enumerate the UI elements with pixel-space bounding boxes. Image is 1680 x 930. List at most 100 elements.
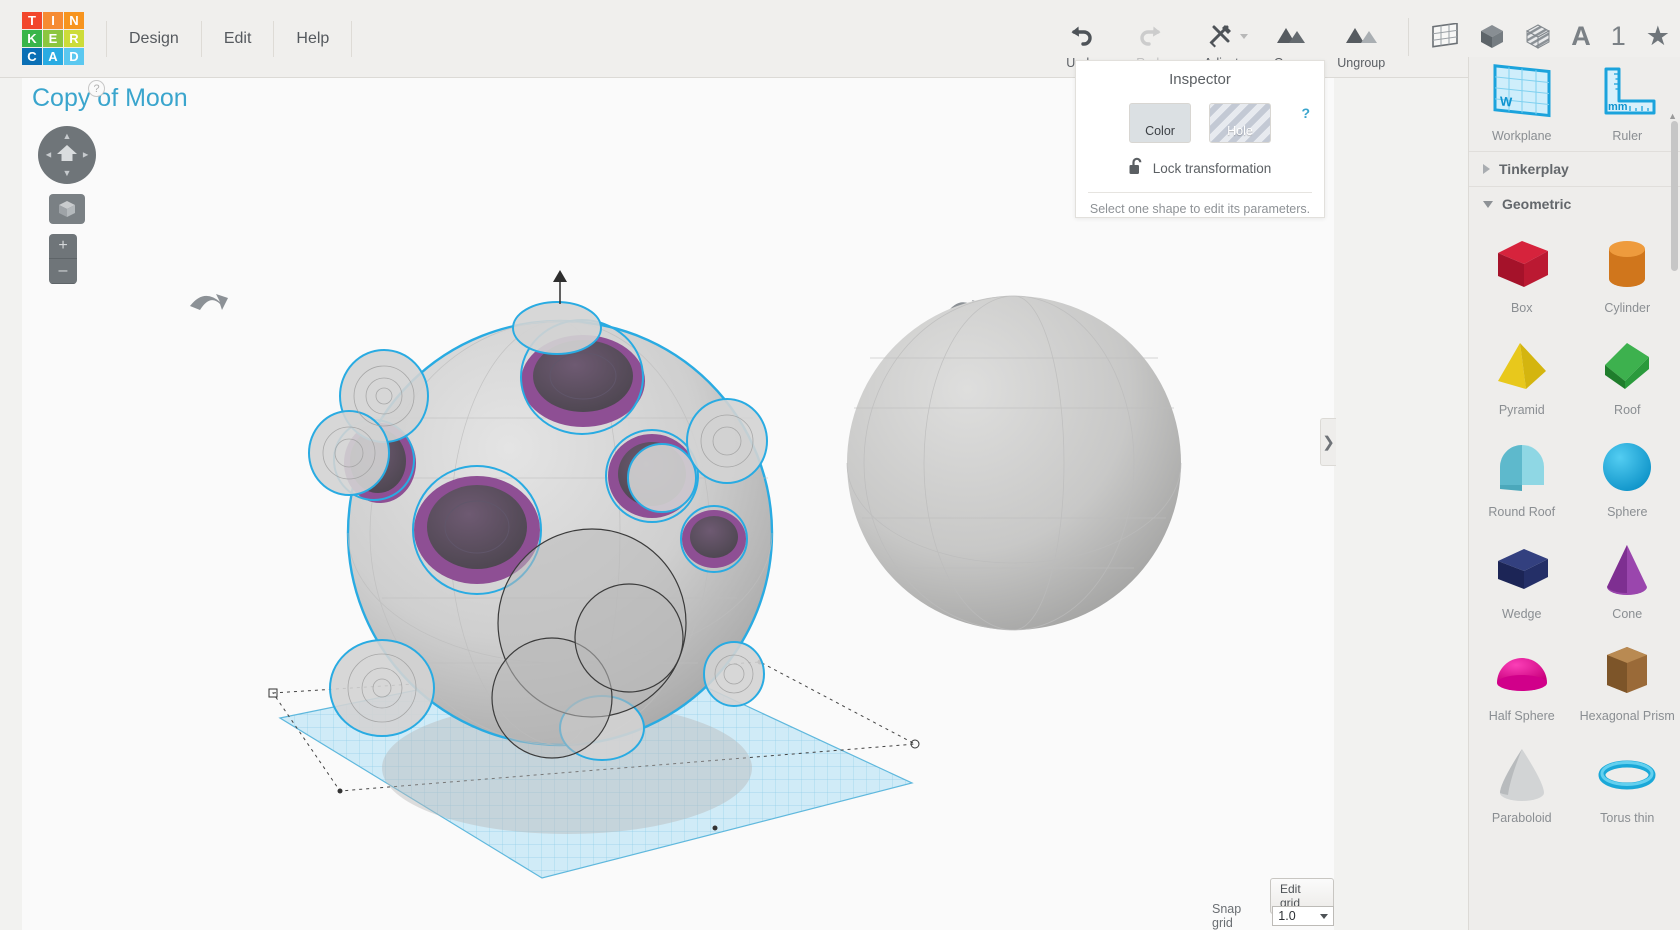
rotate-left-handle (190, 294, 228, 310)
cone-icon (1591, 537, 1663, 603)
logo-tile-7: A (43, 48, 63, 65)
shape-label-round-roof: Round Roof (1488, 505, 1556, 519)
shapes-panel[interactable]: W Workplane mm Ruler Tinkerplay Geometri… (1468, 57, 1680, 930)
shape-row: Wedge Cone (1469, 527, 1680, 629)
shapes-panel-scrollbar[interactable]: ▲ ▼ (1668, 111, 1679, 930)
shape-item-pyramid[interactable]: Pyramid (1469, 323, 1575, 425)
logo-tile-8: D (64, 48, 84, 65)
svg-text:mm: mm (1608, 101, 1628, 113)
workplane-grid-icon[interactable] (1431, 22, 1459, 50)
main-menu: Design Edit Help (106, 17, 353, 61)
shape-row: Round Roof Sphere (1469, 425, 1680, 527)
zoom-in-button[interactable]: + (49, 234, 77, 259)
logo-tile-3: K (22, 30, 42, 47)
shape-item-cone[interactable]: Cone (1575, 527, 1680, 629)
pyramid-icon (1486, 333, 1558, 399)
shape-label-cylinder: Cylinder (1604, 301, 1651, 315)
toolbar-divider (1408, 17, 1410, 56)
lock-transformation-row[interactable]: Lock transformation (1076, 157, 1324, 180)
hole-cube-icon[interactable] (1525, 23, 1551, 50)
panel-collapse-handle[interactable]: ❯ (1320, 418, 1336, 466)
scrollbar-thumb[interactable] (1671, 121, 1678, 271)
shape-item-round-roof[interactable]: Round Roof (1469, 425, 1575, 527)
section-geometric[interactable]: Geometric (1469, 186, 1680, 221)
logo-tile-0: T (22, 12, 42, 29)
menu-help[interactable]: Help (274, 20, 353, 57)
zoom-controls[interactable]: + – (49, 234, 77, 284)
view-down-arrow-icon[interactable]: ▼ (63, 169, 72, 178)
box-icon (1486, 231, 1558, 297)
color-swatch-button[interactable]: Color (1129, 103, 1191, 143)
shape-label-ruler: Ruler (1612, 129, 1643, 143)
snap-grid-select[interactable]: 1.0 (1272, 906, 1334, 926)
shape-item-sphere[interactable]: Sphere (1575, 425, 1680, 527)
shape-item-cylinder[interactable]: Cylinder (1575, 221, 1680, 323)
shape-label-wedge: Wedge (1502, 607, 1542, 621)
shape-item-hexagonal-prism[interactable]: Hexagonal Prism (1575, 629, 1680, 731)
adjust-caret-icon[interactable] (1240, 33, 1249, 39)
section-tinkerplay[interactable]: Tinkerplay (1469, 151, 1680, 186)
fit-view-cube-button[interactable] (49, 194, 85, 224)
zoom-out-button[interactable]: – (49, 259, 77, 284)
logo-tile-4: E (43, 30, 63, 47)
shape-label-sphere: Sphere (1607, 505, 1648, 519)
view-left-arrow-icon[interactable]: ◄ (44, 150, 53, 160)
shape-item-paraboloid[interactable]: Paraboloid (1469, 731, 1575, 833)
undo-icon (1068, 20, 1094, 50)
workplane-icon: W (1487, 59, 1557, 125)
shape-item-workplane[interactable]: W Workplane (1469, 57, 1575, 151)
shape-label-paraboloid: Paraboloid (1491, 811, 1552, 825)
shape-label-pyramid: Pyramid (1498, 403, 1545, 417)
canvas-help-icon[interactable]: ? (88, 80, 105, 97)
sphere-object (846, 295, 1182, 631)
helper-shapes-row: W Workplane mm Ruler (1469, 57, 1680, 151)
menu-edit[interactable]: Edit (202, 20, 275, 57)
shape-row: Half Sphere Hexagonal Prism (1469, 629, 1680, 731)
shape-item-box[interactable]: Box (1469, 221, 1575, 323)
inspector-panel: Inspector ? Color Hole Lock transformati… (1075, 60, 1325, 218)
redo-icon (1138, 20, 1164, 50)
solid-cube-icon[interactable] (1479, 23, 1505, 50)
shape-item-ruler[interactable]: mm Ruler (1575, 57, 1680, 151)
section-label-tinkerplay: Tinkerplay (1499, 161, 1569, 177)
shape-label-workplane: Workplane (1491, 129, 1552, 143)
shape-label-half-sphere: Half Sphere (1488, 709, 1555, 723)
rotate-up-handle (553, 270, 567, 304)
shape-item-roof[interactable]: Roof (1575, 323, 1680, 425)
chevron-down-icon (1483, 200, 1493, 208)
color-swatch-label: Color (1145, 124, 1175, 138)
roof-icon (1591, 333, 1663, 399)
view-up-arrow-icon[interactable]: ▲ (63, 132, 72, 141)
hole-swatch-label: Hole (1227, 124, 1253, 138)
text-letter-icon[interactable]: A (1571, 21, 1591, 52)
wedge-icon (1486, 537, 1558, 603)
scroll-up-arrow-icon[interactable]: ▲ (1668, 111, 1677, 121)
inspector-hint-text: Select one shape to edit its parameters. (1089, 202, 1311, 216)
ungroup-button[interactable]: Ungroup (1330, 20, 1392, 70)
ruler-icon: mm (1592, 59, 1662, 125)
menu-design[interactable]: Design (106, 20, 202, 57)
torus-thin-icon (1591, 741, 1663, 807)
snap-grid-value: 1.0 (1278, 909, 1296, 923)
view-navigation-widget[interactable]: ▲ ▼ ◄ ► + – (38, 126, 100, 284)
view-home-disc[interactable]: ▲ ▼ ◄ ► (38, 126, 96, 184)
inspector-divider (1088, 192, 1312, 193)
view-right-arrow-icon[interactable]: ► (81, 150, 90, 160)
home-view-icon[interactable] (56, 143, 78, 167)
shape-item-torus-thin[interactable]: Torus thin (1575, 731, 1680, 833)
number-icon[interactable]: 1 (1611, 21, 1626, 52)
logo-tile-5: R (64, 30, 84, 47)
logo-tile-6: C (22, 48, 42, 65)
inspector-help-icon[interactable]: ? (1301, 105, 1310, 121)
sphere-icon (1591, 435, 1663, 501)
hole-swatch-button[interactable]: Hole (1209, 103, 1271, 143)
shape-item-half-sphere[interactable]: Half Sphere (1469, 629, 1575, 731)
tinkercad-logo[interactable]: T I N K E R C A D (22, 12, 84, 65)
unlocked-padlock-icon (1129, 157, 1145, 180)
favorites-star-icon[interactable]: ★ (1646, 21, 1670, 52)
shape-item-wedge[interactable]: Wedge (1469, 527, 1575, 629)
inspector-swatches: Color Hole (1076, 103, 1324, 143)
chevron-down-icon (1320, 914, 1328, 919)
inspector-title: Inspector (1169, 71, 1231, 88)
shape-label-cone: Cone (1612, 607, 1643, 621)
